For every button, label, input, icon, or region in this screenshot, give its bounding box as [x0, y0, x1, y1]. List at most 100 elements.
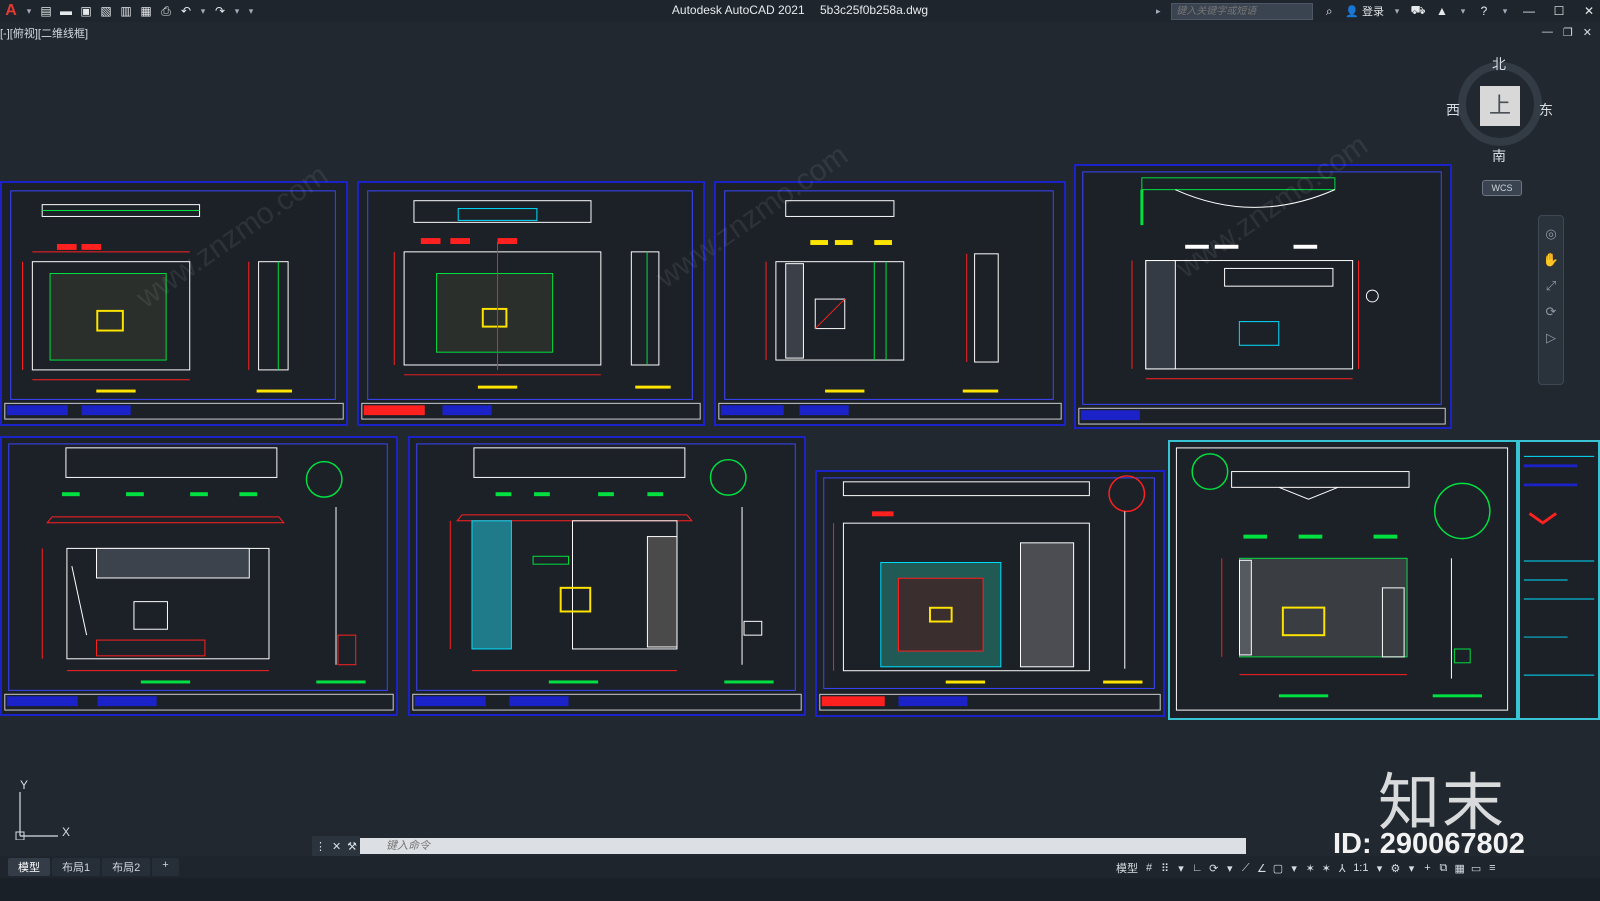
compass-south[interactable]: 南 — [1492, 146, 1506, 166]
search-icon[interactable]: ⌕ — [1321, 3, 1337, 19]
customization-menu-icon[interactable]: ≡ — [1487, 862, 1497, 874]
doc-close-icon[interactable]: ✕ — [1583, 26, 1592, 39]
redo-icon[interactable]: ↷ — [212, 3, 228, 19]
command-line-tools: ⋮ ✕ ⚒ — [312, 836, 360, 856]
orbit-icon[interactable]: ⟳ — [1546, 304, 1557, 320]
object-snap-tracking-icon[interactable]: ∠ — [1257, 862, 1267, 875]
ortho-icon[interactable]: ∟ — [1192, 862, 1203, 874]
zoom-icon[interactable]: ⤢ — [1546, 278, 1556, 294]
drawing-sheet[interactable] — [357, 181, 705, 426]
auto-scale-icon[interactable]: ✶ — [1321, 862, 1331, 875]
ucs-icon: Y X — [15, 778, 70, 840]
elevation-drawing — [718, 190, 1062, 420]
minimize-icon[interactable]: — — [1518, 4, 1540, 18]
close-icon[interactable]: ✕ — [1578, 4, 1600, 18]
workspace-dropdown-icon[interactable]: ▾ — [1406, 862, 1416, 875]
viewcube[interactable]: 上 北 南 东 西 — [1446, 52, 1553, 164]
help-icon[interactable]: ? — [1476, 3, 1492, 19]
elevation-drawing — [361, 190, 701, 420]
viewport-controls-label[interactable]: [-][俯视][二维线框] — [0, 25, 88, 41]
open-folder-icon[interactable]: ▬ — [58, 3, 74, 19]
autocad-logo[interactable]: A — [2, 2, 20, 20]
chevron-right-icon[interactable]: ▸ — [1153, 3, 1163, 19]
graphics-performance-icon[interactable]: ▦ — [1454, 862, 1464, 875]
undo-dropdown-icon[interactable]: ▾ — [198, 3, 208, 19]
undo-icon[interactable]: ↶ — [178, 3, 194, 19]
grid-icon[interactable]: # — [1144, 862, 1154, 874]
polar-dropdown-icon[interactable]: ▾ — [1225, 862, 1235, 875]
login-button[interactable]: 👤 登录 — [1345, 3, 1384, 19]
title-bar: A ▾ ▤ ▬ ▣ ▧ ▥ ▦ ⎙ ↶ ▾ ↷ ▾ ▾ Autodesk Aut… — [0, 0, 1600, 22]
file-name: 5b3c25f0b258a.dwg — [820, 3, 929, 17]
customize-command-icon[interactable]: ⚒ — [347, 840, 357, 853]
snap-dropdown-icon[interactable]: ▾ — [1176, 862, 1186, 875]
autodesk-a360-icon[interactable]: ▲ — [1434, 3, 1450, 19]
doc-restore-icon[interactable]: ❐ — [1563, 26, 1573, 39]
annotation-scale-icon[interactable]: ⅄ — [1337, 862, 1347, 875]
save-as-icon[interactable]: ▧ — [98, 3, 114, 19]
redo-dropdown-icon[interactable]: ▾ — [232, 3, 242, 19]
workspace-gear-icon[interactable]: ⚙ — [1390, 862, 1401, 875]
title-block-drawing — [1523, 455, 1595, 676]
drawing-sheet[interactable] — [0, 181, 348, 426]
compass-north[interactable]: 北 — [1492, 54, 1506, 74]
save-icon[interactable]: ▣ — [78, 3, 94, 19]
doc-minimize-icon[interactable]: — — [1542, 26, 1553, 39]
command-input[interactable] — [360, 838, 1246, 854]
isodraft-icon[interactable]: ⟋ — [1241, 862, 1251, 875]
pan-icon[interactable]: ✋ — [1543, 252, 1559, 268]
cart-icon[interactable]: ⛟ — [1410, 3, 1426, 19]
polar-icon[interactable]: ⟳ — [1209, 862, 1219, 875]
tab-model[interactable]: 模型 — [8, 858, 50, 876]
title-block-strip[interactable] — [1518, 440, 1600, 720]
scale-dropdown-icon[interactable]: ▾ — [1374, 862, 1384, 875]
isolate-objects-icon[interactable]: ⧉ — [1438, 862, 1448, 875]
elevation-drawing — [1175, 447, 1509, 711]
elevation-drawing — [4, 190, 344, 420]
ucs-x-label: X — [62, 825, 70, 839]
tab-layout2[interactable]: 布局2 — [102, 858, 151, 876]
publish-icon[interactable]: ▥ — [118, 3, 134, 19]
drawing-sheet[interactable] — [0, 436, 398, 716]
a360-dropdown-icon[interactable]: ▾ — [1458, 3, 1468, 19]
login-label: 登录 — [1362, 6, 1384, 18]
osnap-dropdown-icon[interactable]: ▾ — [1289, 862, 1299, 875]
snap-icon[interactable]: ⠿ — [1160, 862, 1170, 875]
drawing-sheet[interactable] — [714, 181, 1066, 426]
user-icon: 👤 — [1345, 5, 1359, 18]
model-space-button[interactable]: 模型 — [1116, 860, 1138, 876]
drawing-sheet[interactable] — [1074, 164, 1452, 429]
showmotion-icon[interactable]: ▷ — [1546, 330, 1556, 346]
ucs-y-label: Y — [20, 778, 28, 792]
object-snap-icon[interactable]: ▢ — [1273, 862, 1283, 875]
customize-icon[interactable]: ▾ — [246, 3, 256, 19]
maximize-icon[interactable]: ☐ — [1548, 4, 1570, 18]
compass-east[interactable]: 东 — [1539, 100, 1553, 120]
drawing-sheet[interactable] — [815, 470, 1165, 717]
annotation-visibility-icon[interactable]: ✶ — [1305, 862, 1315, 875]
clean-screen-icon[interactable]: ▭ — [1471, 862, 1481, 875]
add-icon[interactable]: + — [1422, 862, 1432, 874]
annotation-scale-value[interactable]: 1:1 — [1353, 862, 1368, 874]
drawing-canvas[interactable]: www.znzmo.com www.znzmo.com www.znzmo.co… — [0, 40, 1600, 835]
viewcube-top-face[interactable]: 上 — [1480, 86, 1520, 126]
print-icon[interactable]: ⎙ — [158, 3, 174, 19]
document-window-controls: — ❐ ✕ — [1542, 26, 1592, 39]
steering-wheel-icon[interactable]: ◎ — [1545, 226, 1556, 242]
compass-west[interactable]: 西 — [1446, 100, 1460, 120]
tab-layout1[interactable]: 布局1 — [52, 858, 101, 876]
chevron-down-icon[interactable]: ▾ — [24, 3, 34, 19]
search-input[interactable] — [1171, 2, 1314, 20]
status-toggles: 模型 # ⠿ ▾ ∟ ⟳ ▾ ⟋ ∠ ▢ ▾ ✶ ✶ ⅄ 1:1 ▾ ⚙ ▾ +… — [1116, 860, 1497, 876]
drawing-sheet[interactable] — [408, 436, 806, 716]
close-command-icon[interactable]: ✕ — [332, 840, 341, 853]
add-layout-button[interactable]: + — [152, 858, 179, 876]
quick-access-toolbar: A ▾ ▤ ▬ ▣ ▧ ▥ ▦ ⎙ ↶ ▾ ↷ ▾ ▾ — [0, 2, 256, 20]
drag-handle-icon[interactable]: ⋮ — [315, 840, 326, 853]
new-file-icon[interactable]: ▤ — [38, 3, 54, 19]
wcs-menu[interactable]: WCS — [1482, 180, 1522, 196]
drawing-sheet-selected[interactable] — [1168, 440, 1518, 720]
help-dropdown-icon[interactable]: ▾ — [1500, 3, 1510, 19]
plot-preview-icon[interactable]: ▦ — [138, 3, 154, 19]
account-dropdown-icon[interactable]: ▾ — [1392, 3, 1402, 19]
